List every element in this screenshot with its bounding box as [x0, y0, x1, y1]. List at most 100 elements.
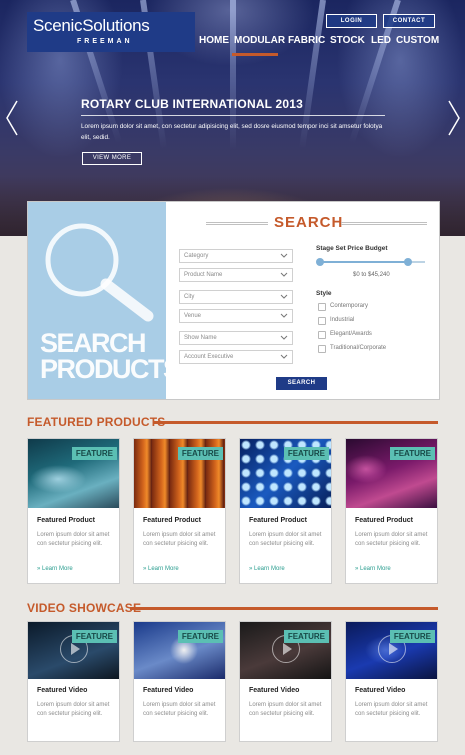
- chevron-down-icon: [280, 313, 288, 318]
- hero-description: Lorem ipsum dolor sit amet, con sectetur…: [81, 123, 383, 141]
- search-title: SEARCH: [274, 214, 344, 231]
- card-text: Lorem ipsum dolor sit amet con sectetur …: [249, 702, 322, 717]
- style-label-traditional-corporate: Traditional/Corporate: [330, 345, 387, 351]
- product-thumbnail: FEATURE: [28, 439, 119, 508]
- category-select-label: Category: [184, 253, 209, 259]
- style-checkbox-industrial[interactable]: [318, 317, 326, 325]
- hero-divider: [81, 115, 385, 116]
- title-rule-left: [206, 222, 268, 225]
- venue-select-label: Venue: [184, 313, 202, 319]
- account-executive-select[interactable]: Account Executive: [179, 350, 293, 364]
- nav-custom[interactable]: CUSTOM: [396, 35, 439, 46]
- feature-badge: FEATURE: [389, 447, 435, 460]
- brand-name: ScenicSolutions: [33, 16, 150, 35]
- style-checkbox-contemporary[interactable]: [318, 303, 326, 311]
- product-thumbnail: FEATURE: [134, 439, 225, 508]
- card-text: Lorem ipsum dolor sit amet con sectetur …: [37, 532, 110, 547]
- title-rule-right: [341, 222, 427, 225]
- nav-stock[interactable]: STOCK: [330, 35, 365, 46]
- learn-more-link[interactable]: » Learn More: [355, 566, 391, 572]
- brand-logo[interactable]: ScenicSolutions FREEMAN: [27, 12, 195, 52]
- card-title: Featured Video: [37, 687, 88, 694]
- card-title: Featured Video: [143, 687, 194, 694]
- style-label-contemporary: Contemporary: [330, 303, 369, 309]
- feature-badge: FEATURE: [283, 630, 329, 643]
- show-name-select-label: Show Name: [184, 335, 217, 341]
- brand-sub: FREEMAN: [77, 38, 133, 45]
- feature-badge: FEATURE: [177, 630, 223, 643]
- hero-title: ROTARY CLUB INTERNATIONAL 2013: [81, 97, 304, 111]
- view-more-button[interactable]: VIEW MORE: [82, 152, 142, 165]
- search-panel: SEARCH PRODUCTS SEARCH Category Product …: [27, 201, 440, 400]
- video-thumbnail: FEATURE: [28, 622, 119, 679]
- show-name-select[interactable]: Show Name: [179, 331, 293, 345]
- login-button[interactable]: LOGIN: [326, 14, 377, 28]
- featured-product-card[interactable]: FEATURE Featured Product Lorem ipsum dol…: [345, 438, 438, 584]
- style-label: Style: [316, 290, 332, 297]
- account-executive-select-label: Account Executive: [184, 354, 234, 360]
- learn-more-link[interactable]: » Learn More: [249, 566, 285, 572]
- venue-select[interactable]: Venue: [179, 309, 293, 323]
- learn-more-link[interactable]: » Learn More: [143, 566, 179, 572]
- card-text: Lorem ipsum dolor sit amet con sectetur …: [355, 532, 428, 547]
- featured-video-card[interactable]: FEATURE Featured Video Lorem ipsum dolor…: [27, 621, 120, 742]
- card-title: Featured Product: [249, 517, 307, 524]
- feature-badge: FEATURE: [177, 447, 223, 460]
- feature-badge: FEATURE: [71, 630, 117, 643]
- budget-slider-fill: [319, 261, 408, 263]
- card-text: Lorem ipsum dolor sit amet con sectetur …: [355, 702, 428, 717]
- card-title: Featured Video: [249, 687, 300, 694]
- featured-video-card[interactable]: FEATURE Featured Video Lorem ipsum dolor…: [239, 621, 332, 742]
- budget-slider-max-handle[interactable]: [404, 258, 412, 266]
- card-title: Featured Product: [143, 517, 201, 524]
- search-products-line2: PRODUCTS: [40, 354, 166, 384]
- learn-more-link[interactable]: » Learn More: [37, 566, 73, 572]
- chevron-right-icon[interactable]: [447, 100, 461, 136]
- feature-badge: FEATURE: [71, 447, 117, 460]
- search-products-line1: SEARCH: [40, 328, 147, 358]
- featured-products-title: FEATURED PRODUCTS: [27, 415, 166, 429]
- featured-products-rule: [153, 421, 438, 424]
- chevron-left-icon[interactable]: [5, 100, 19, 136]
- nav-modular[interactable]: MODULAR: [234, 35, 285, 46]
- nav-led[interactable]: LED: [371, 35, 391, 46]
- price-range-text: $0 to $45,240: [353, 272, 390, 278]
- budget-label: Stage Set Price Budget: [316, 245, 388, 252]
- chevron-down-icon: [280, 335, 288, 340]
- card-text: Lorem ipsum dolor sit amet con sectetur …: [143, 532, 216, 547]
- featured-video-card[interactable]: FEATURE Featured Video Lorem ipsum dolor…: [345, 621, 438, 742]
- style-label-industrial: Industrial: [330, 317, 355, 323]
- contact-button[interactable]: CONTACT: [383, 14, 435, 28]
- card-text: Lorem ipsum dolor sit amet con sectetur …: [249, 532, 322, 547]
- nav-active-indicator: [232, 53, 278, 56]
- product-thumbnail: FEATURE: [240, 439, 331, 508]
- video-thumbnail: FEATURE: [240, 622, 331, 679]
- video-thumbnail: FEATURE: [346, 622, 437, 679]
- card-text: Lorem ipsum dolor sit amet con sectetur …: [37, 702, 110, 717]
- featured-video-card[interactable]: FEATURE Featured Video Lorem ipsum dolor…: [133, 621, 226, 742]
- search-button[interactable]: SEARCH: [276, 377, 327, 390]
- budget-slider-min-handle[interactable]: [316, 258, 324, 266]
- video-showcase-rule: [130, 607, 438, 610]
- search-products-panel: SEARCH PRODUCTS: [28, 202, 166, 399]
- chevron-down-icon: [280, 272, 288, 277]
- search-products-label: SEARCH PRODUCTS: [40, 328, 166, 384]
- style-checkbox-elegant-awards[interactable]: [318, 331, 326, 339]
- style-checkbox-traditional-corporate[interactable]: [318, 345, 326, 353]
- nav-fabric[interactable]: FABRIC: [288, 35, 325, 46]
- featured-product-card[interactable]: FEATURE Featured Product Lorem ipsum dol…: [133, 438, 226, 584]
- product-name-select[interactable]: Product Name: [179, 268, 293, 282]
- city-select[interactable]: City: [179, 290, 293, 304]
- card-title: Featured Product: [37, 517, 95, 524]
- chevron-down-icon: [280, 253, 288, 258]
- nav-home[interactable]: HOME: [199, 35, 229, 46]
- video-thumbnail: FEATURE: [134, 622, 225, 679]
- chevron-down-icon: [280, 354, 288, 359]
- featured-product-card[interactable]: FEATURE Featured Product Lorem ipsum dol…: [27, 438, 120, 584]
- category-select[interactable]: Category: [179, 249, 293, 263]
- feature-badge: FEATURE: [389, 630, 435, 643]
- video-showcase-title: VIDEO SHOWCASE: [27, 601, 142, 615]
- card-title: Featured Video: [355, 687, 406, 694]
- featured-product-card[interactable]: FEATURE Featured Product Lorem ipsum dol…: [239, 438, 332, 584]
- product-thumbnail: FEATURE: [346, 439, 437, 508]
